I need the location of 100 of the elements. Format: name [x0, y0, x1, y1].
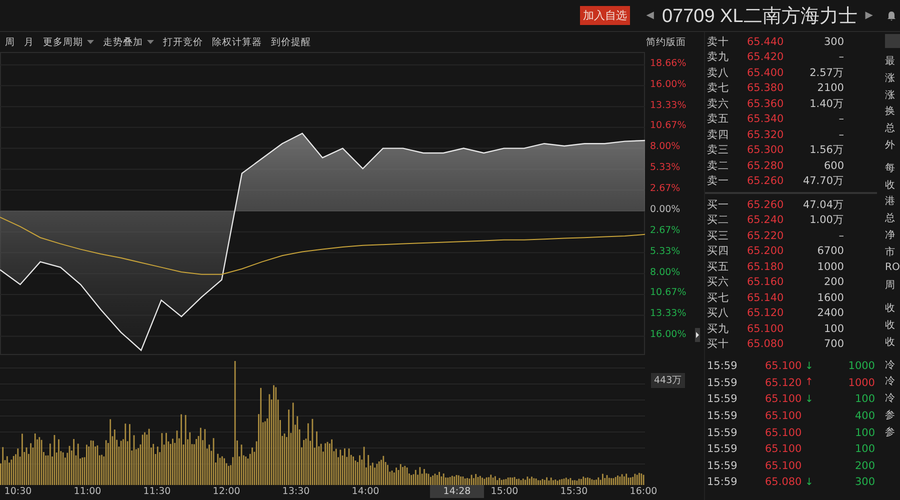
order-volume: 47.70万 — [802, 174, 844, 188]
order-price: 65.380 — [747, 82, 785, 94]
stat-label: 冷 — [885, 392, 896, 406]
direction-arrow: ↓ — [804, 360, 814, 372]
trade-volume: 100 — [854, 426, 875, 439]
axis-label: 0.00% — [650, 204, 680, 215]
next-stock-button[interactable]: ▶ — [865, 10, 873, 21]
toolbar-button[interactable]: 月 — [24, 36, 34, 48]
trade-volume: 100 — [854, 443, 875, 456]
trade-time: 15:59 — [706, 376, 738, 389]
trade-time: 15:59 — [706, 426, 738, 439]
order-level-label: 卖五 — [706, 112, 730, 126]
axis-label: 18.66% — [650, 58, 686, 69]
axis-label: 10.67% — [650, 120, 686, 132]
axis-label: 12:00 — [212, 486, 240, 497]
trade-price: 65.120 — [765, 376, 803, 389]
stat-label: 总 — [885, 212, 896, 226]
collapse-handle-icon[interactable] — [695, 328, 700, 342]
order-level-label: 买七 — [706, 290, 730, 305]
order-price: 65.420 — [747, 51, 785, 64]
toolbar-button[interactable]: 到价提醒 — [271, 36, 311, 48]
toolbar-button[interactable]: 走势叠加 — [103, 36, 143, 48]
order-price: 65.280 — [747, 160, 785, 172]
add-to-watchlist-button[interactable]: 加入自选 — [580, 6, 630, 25]
crosshair-time-label: 14:28 — [430, 485, 484, 498]
trade-volume: 300 — [854, 476, 875, 488]
stat-label: 收 — [885, 318, 896, 333]
order-volume: 100 — [822, 322, 844, 335]
order-level-label: 买八 — [706, 306, 730, 320]
trade-price: 65.080 — [765, 476, 803, 488]
caret-icon[interactable] — [87, 40, 94, 44]
order-price: 65.240 — [747, 214, 785, 226]
toolbar-button[interactable]: 周 — [5, 36, 15, 48]
toolbar-button[interactable]: 打开竞价 — [163, 36, 203, 48]
order-level-label: 买四 — [706, 244, 730, 258]
order-level-label: 卖二 — [706, 158, 730, 173]
trade-time: 15:59 — [706, 460, 738, 472]
order-level-label: 卖九 — [706, 50, 730, 64]
order-level-label: 买一 — [706, 198, 730, 212]
order-price: 65.260 — [747, 198, 785, 211]
trade-volume: 400 — [854, 410, 875, 422]
order-level-label: 卖七 — [706, 81, 730, 96]
stat-label: 港 — [885, 194, 896, 210]
order-price: 65.120 — [747, 307, 785, 320]
order-level-label: 买十 — [706, 337, 730, 352]
axis-label: 16.00% — [650, 329, 686, 340]
direction-arrow: ↓ — [804, 476, 814, 488]
trade-time: 15:59 — [706, 476, 738, 488]
stat-label: 周 — [885, 279, 896, 294]
order-price: 65.080 — [747, 338, 785, 350]
order-level-label: 买六 — [706, 275, 730, 290]
order-volume: 2400 — [816, 307, 844, 320]
order-price: 65.200 — [747, 245, 785, 258]
axis-label: 5.33% — [650, 246, 680, 257]
stat-label: 冷 — [885, 375, 896, 390]
order-volume: 1600 — [816, 292, 844, 304]
previous-stock-button[interactable]: ◀ — [646, 10, 654, 21]
direction-arrow: ↑ — [804, 377, 814, 388]
trade-price: 65.100 — [765, 460, 803, 472]
order-price: 65.100 — [747, 322, 785, 335]
axis-label: 10.67% — [650, 287, 686, 298]
order-volume: 2100 — [816, 82, 844, 94]
trade-time: 15:59 — [706, 410, 738, 422]
order-volume: 6700 — [816, 245, 844, 258]
order-price: 65.360 — [747, 98, 785, 110]
order-price: 65.220 — [747, 230, 785, 242]
order-level-label: 卖四 — [706, 128, 730, 142]
order-level-label: 买三 — [706, 228, 730, 243]
trade-price: 65.100 — [765, 393, 803, 406]
trade-volume: 1000 — [847, 360, 875, 372]
order-volume: – — [838, 128, 844, 141]
axis-label: 5.33% — [650, 162, 680, 174]
axis-label: 15:00 — [490, 486, 518, 497]
trade-volume: 200 — [854, 460, 875, 472]
layout-toggle-button[interactable]: 简约版面 — [646, 36, 686, 48]
stat-label: 收 — [885, 302, 896, 316]
axis-label: 13:30 — [282, 486, 310, 497]
trade-price: 65.100 — [765, 410, 803, 422]
order-price: 65.440 — [747, 36, 785, 48]
order-volume: 300 — [822, 36, 844, 48]
trade-price: 65.100 — [765, 426, 803, 439]
axis-label: 11:30 — [143, 486, 171, 497]
stat-label: 冷 — [885, 358, 896, 373]
stat-label: 市 — [885, 246, 896, 260]
bell-icon[interactable] — [887, 10, 896, 20]
stat-label: 收 — [885, 178, 896, 193]
stat-label: 外 — [885, 138, 896, 153]
direction-arrow: ↓ — [804, 394, 814, 405]
toolbar-button[interactable]: 除权计算器 — [212, 36, 262, 48]
order-level-label: 买二 — [706, 213, 730, 228]
order-volume: 1.40万 — [808, 96, 844, 111]
order-price: 65.300 — [747, 144, 785, 156]
order-volume: 2.57万 — [808, 66, 844, 80]
caret-icon[interactable] — [147, 40, 154, 44]
trade-price: 65.100 — [765, 443, 803, 456]
stat-label: 参 — [885, 426, 896, 440]
stat-label: 换 — [885, 105, 896, 120]
order-price: 65.400 — [747, 66, 785, 79]
toolbar-button[interactable]: 更多周期 — [43, 36, 83, 48]
stock-title: 07709 XL二南方海力士 — [662, 4, 858, 28]
